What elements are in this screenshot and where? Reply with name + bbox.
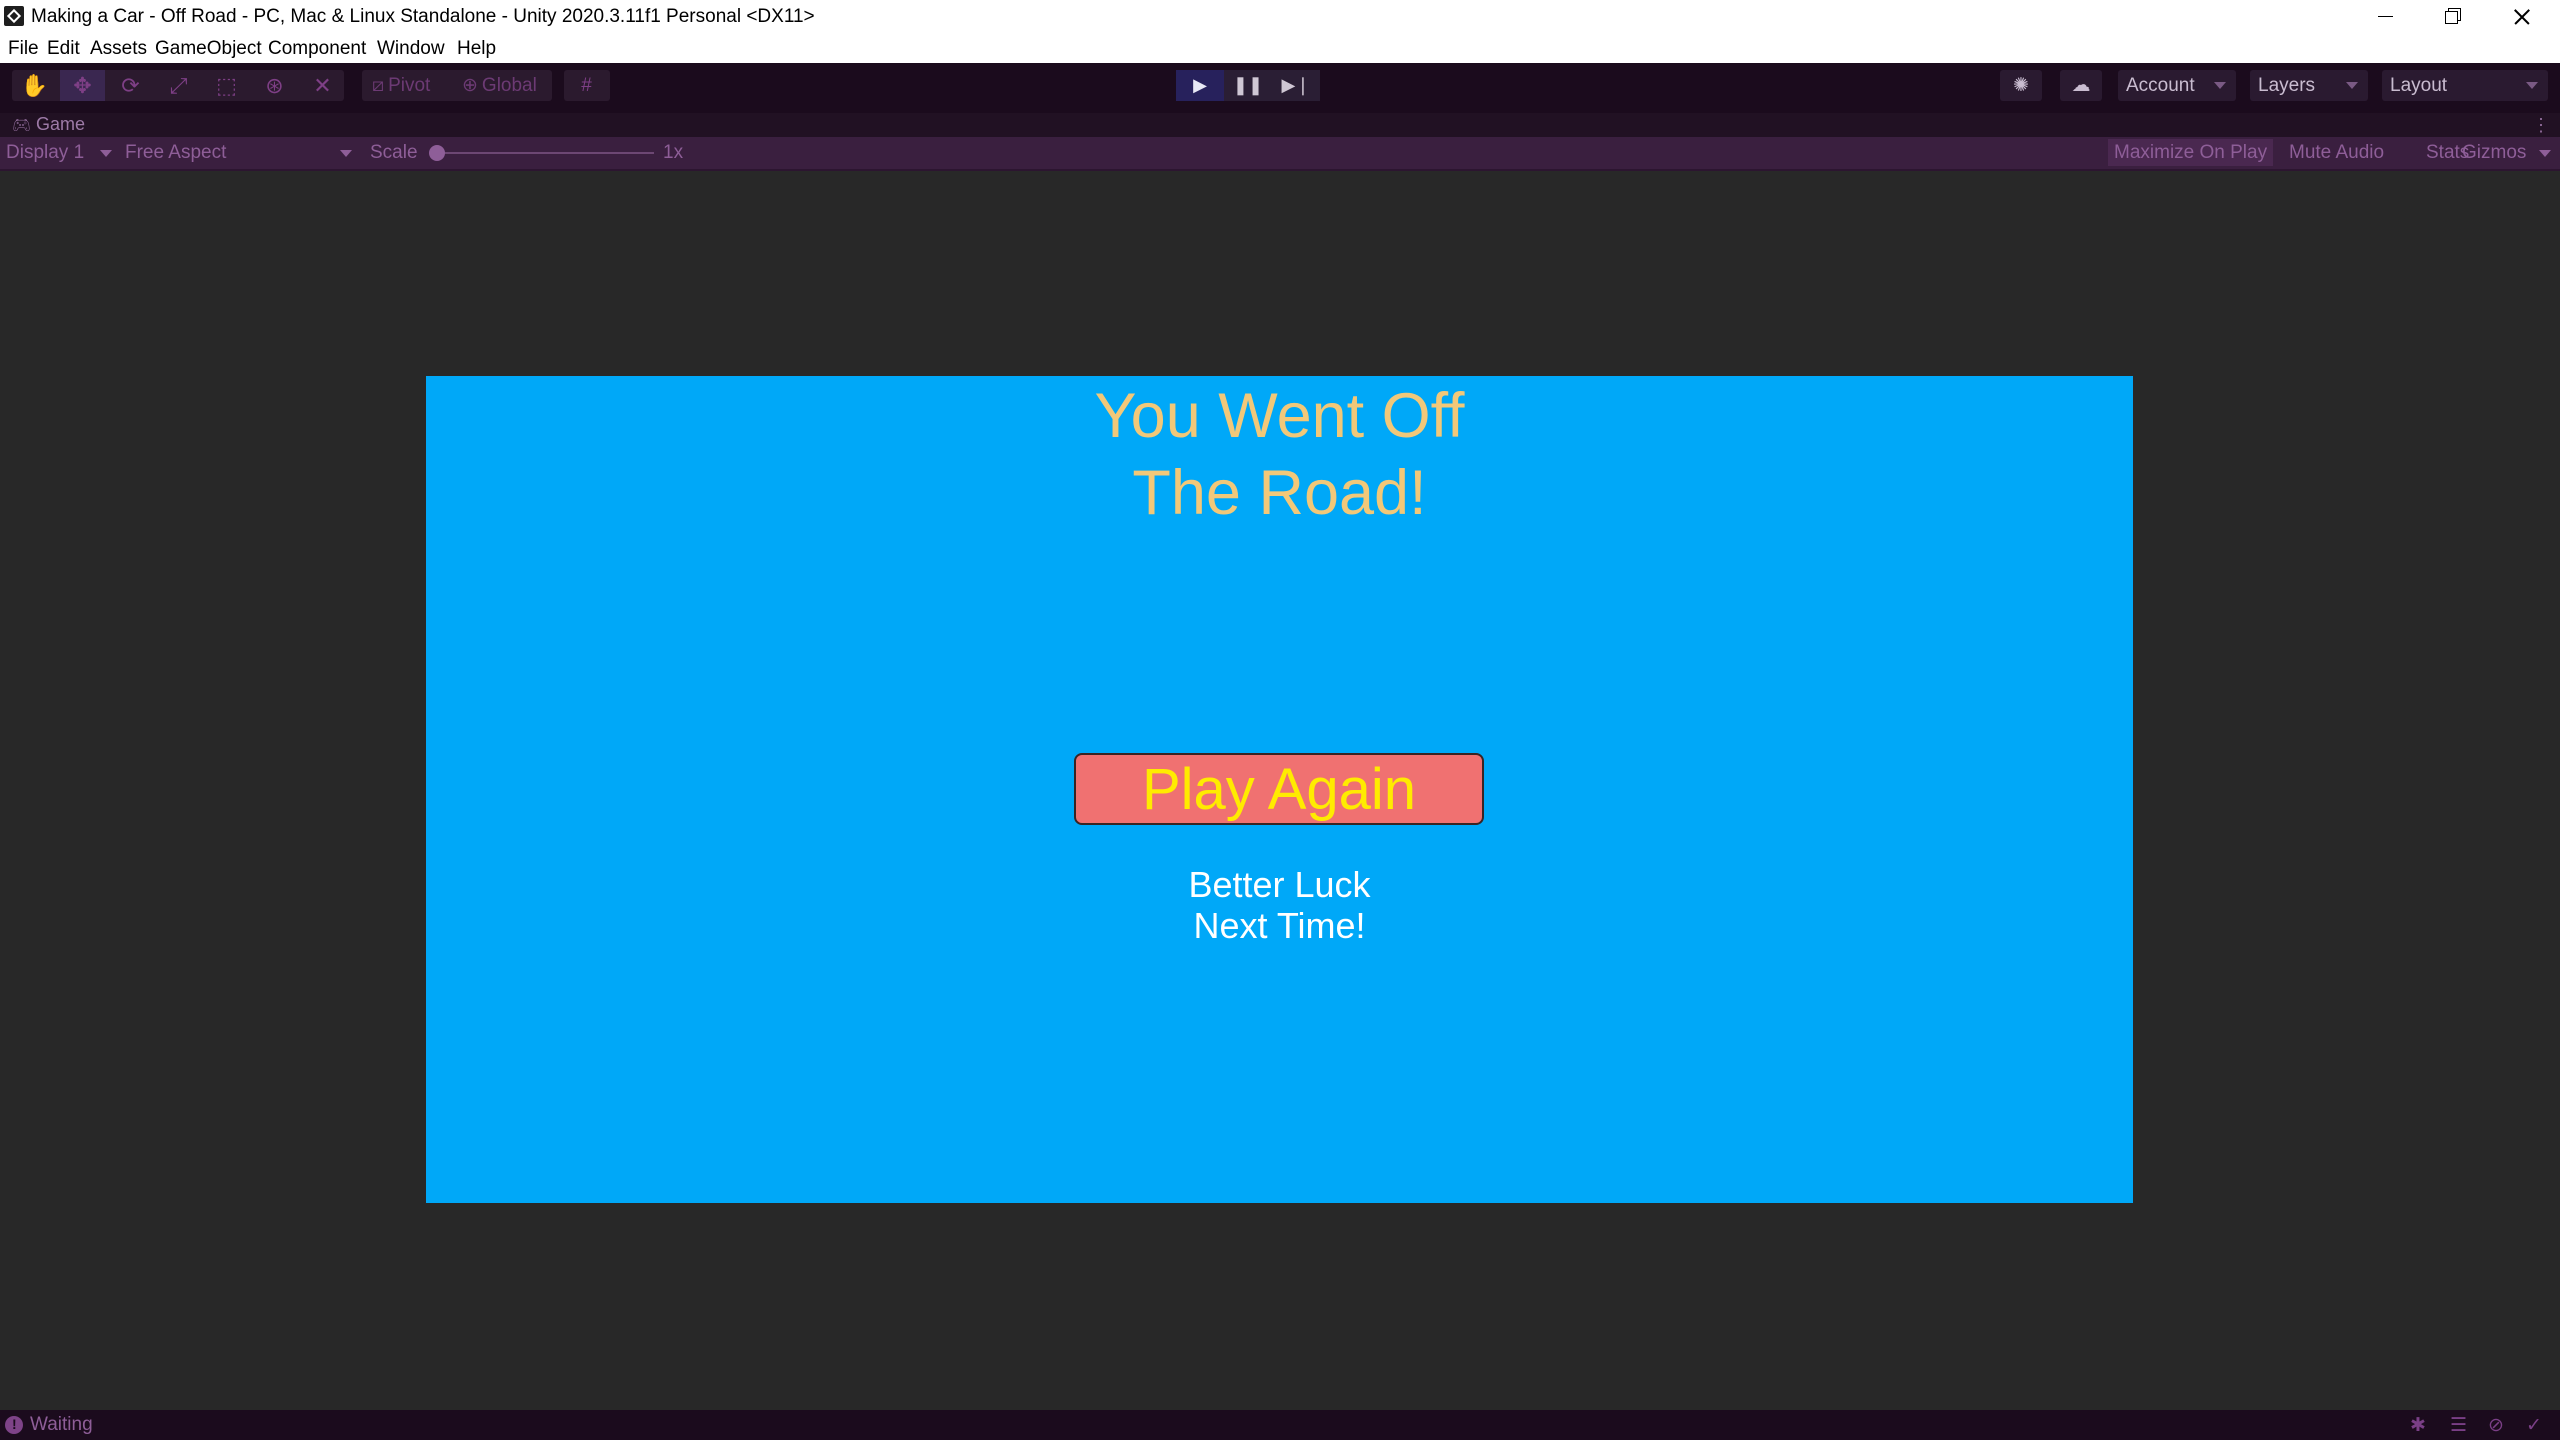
gamepad-icon: 🎮︎ <box>12 116 32 134</box>
scale-tool-icon[interactable]: ⤢ <box>156 70 201 101</box>
menu-help[interactable]: Help <box>457 38 496 60</box>
rect-tool-icon[interactable]: ⬚ <box>204 70 249 101</box>
chevron-down-icon <box>2526 82 2538 89</box>
pivot-label: Pivot <box>388 74 431 96</box>
pivot-icon: ⧄ <box>372 74 385 96</box>
play-controls: ▶ ❚❚ ▶❘ <box>1176 70 1320 101</box>
menu-assets[interactable]: Assets <box>90 38 147 60</box>
game-control-bar: Display 1 Free Aspect Scale 1x Maximize … <box>0 137 2560 171</box>
cloud-icon[interactable]: ☁ <box>2060 70 2102 101</box>
move-tool-icon[interactable]: ✥ <box>60 70 105 101</box>
mute-audio-toggle[interactable]: Mute Audio <box>2283 139 2390 166</box>
chevron-down-icon <box>2539 150 2551 157</box>
check-icon[interactable]: ✓ <box>2526 1414 2542 1437</box>
minimize-button[interactable] <box>2355 0 2415 33</box>
custom-tool-icon[interactable]: ✕ <box>300 70 345 101</box>
title-line-2: The Road! <box>1132 458 1427 528</box>
menu-window[interactable]: Window <box>377 38 445 60</box>
layout-label: Layout <box>2390 74 2448 96</box>
gizmos-toggle[interactable]: Gizmos <box>2456 139 2532 166</box>
chevron-down-icon <box>2214 82 2226 89</box>
global-label: Global <box>481 74 537 96</box>
menu-bar: File Edit Assets GameObject Component Wi… <box>0 33 2560 63</box>
aspect-dropdown[interactable]: Free Aspect <box>125 142 226 164</box>
restore-button[interactable] <box>2422 0 2482 33</box>
sub-line-1: Better Luck <box>1188 864 1371 905</box>
menu-gameobject[interactable]: GameObject <box>155 38 262 60</box>
scale-slider[interactable] <box>436 152 654 154</box>
title-bar: Making a Car - Off Road - PC, Mac & Linu… <box>0 0 2560 33</box>
rotate-tool-icon[interactable]: ⟳ <box>108 70 153 101</box>
play-again-button[interactable]: Play Again <box>1074 753 1484 825</box>
status-text: Waiting <box>30 1414 93 1435</box>
layers-label: Layers <box>2258 74 2316 96</box>
chevron-down-icon <box>100 150 112 157</box>
more-options-icon[interactable]: ⋮ <box>2532 115 2550 136</box>
sub-line-2: Next Time! <box>1193 905 1366 946</box>
scale-label: Scale <box>370 142 418 163</box>
global-toggle[interactable]: ⊕ Global <box>462 70 537 101</box>
step-button[interactable]: ▶❘ <box>1272 70 1320 101</box>
hand-tool-icon[interactable]: ✋ <box>12 70 57 101</box>
unity-logo-icon <box>4 6 24 26</box>
transform-tool-icon[interactable]: ⊛ <box>252 70 297 101</box>
game-over-title: You Went Off The Road! <box>426 378 2133 532</box>
grid-snap-icon[interactable]: # <box>564 70 609 101</box>
menu-component[interactable]: Component <box>268 38 366 60</box>
menu-file[interactable]: File <box>8 38 39 60</box>
encouragement-text: Better Luck Next Time! <box>426 864 2133 946</box>
info-icon <box>5 1416 23 1434</box>
account-dropdown[interactable]: Account <box>2118 70 2236 101</box>
globe-icon: ⊕ <box>462 75 478 96</box>
title-line-1: You Went Off <box>1094 381 1465 451</box>
menu-edit[interactable]: Edit <box>47 38 80 60</box>
play-again-label: Play Again <box>1141 756 1417 822</box>
maximize-on-play-toggle[interactable]: Maximize On Play <box>2108 139 2274 166</box>
scale-slider-thumb[interactable] <box>429 145 445 161</box>
scale-value: 1x <box>663 142 684 163</box>
auto-generate-icon[interactable]: ⊘ <box>2488 1414 2504 1437</box>
tab-game-label: Game <box>36 114 86 134</box>
layers-dropdown[interactable]: Layers <box>2250 70 2368 101</box>
play-button[interactable]: ▶ <box>1176 70 1224 101</box>
game-view: You Went Off The Road! Play Again Better… <box>426 376 2133 1203</box>
account-label: Account <box>2126 74 2195 96</box>
status-bar: Waiting ✱ ☰ ⊘ ✓ <box>0 1410 2560 1440</box>
window-title: Making a Car - Off Road - PC, Mac & Linu… <box>31 6 815 27</box>
layout-dropdown[interactable]: Layout <box>2382 70 2548 101</box>
pause-button[interactable]: ❚❚ <box>1224 70 1272 101</box>
close-button[interactable] <box>2492 0 2552 33</box>
database-icon[interactable]: ☰ <box>2450 1414 2467 1437</box>
pivot-toggle[interactable]: ⧄ Pivot <box>372 70 430 101</box>
collab-icon[interactable]: ✺ <box>2000 70 2042 101</box>
debug-icon[interactable]: ✱ <box>2410 1414 2426 1437</box>
game-tab-bar: 🎮︎ Game ⋮ <box>0 113 2560 137</box>
chevron-down-icon <box>340 150 352 157</box>
display-dropdown[interactable]: Display 1 <box>6 142 84 164</box>
chevron-down-icon <box>2346 82 2358 89</box>
tab-game[interactable]: 🎮︎ Game <box>12 114 85 135</box>
toolbar: ✋ ✥ ⟳ ⤢ ⬚ ⊛ ✕ ⧄ Pivot ⊕ Global # ▶ ❚❚ ▶❘… <box>0 63 2560 113</box>
